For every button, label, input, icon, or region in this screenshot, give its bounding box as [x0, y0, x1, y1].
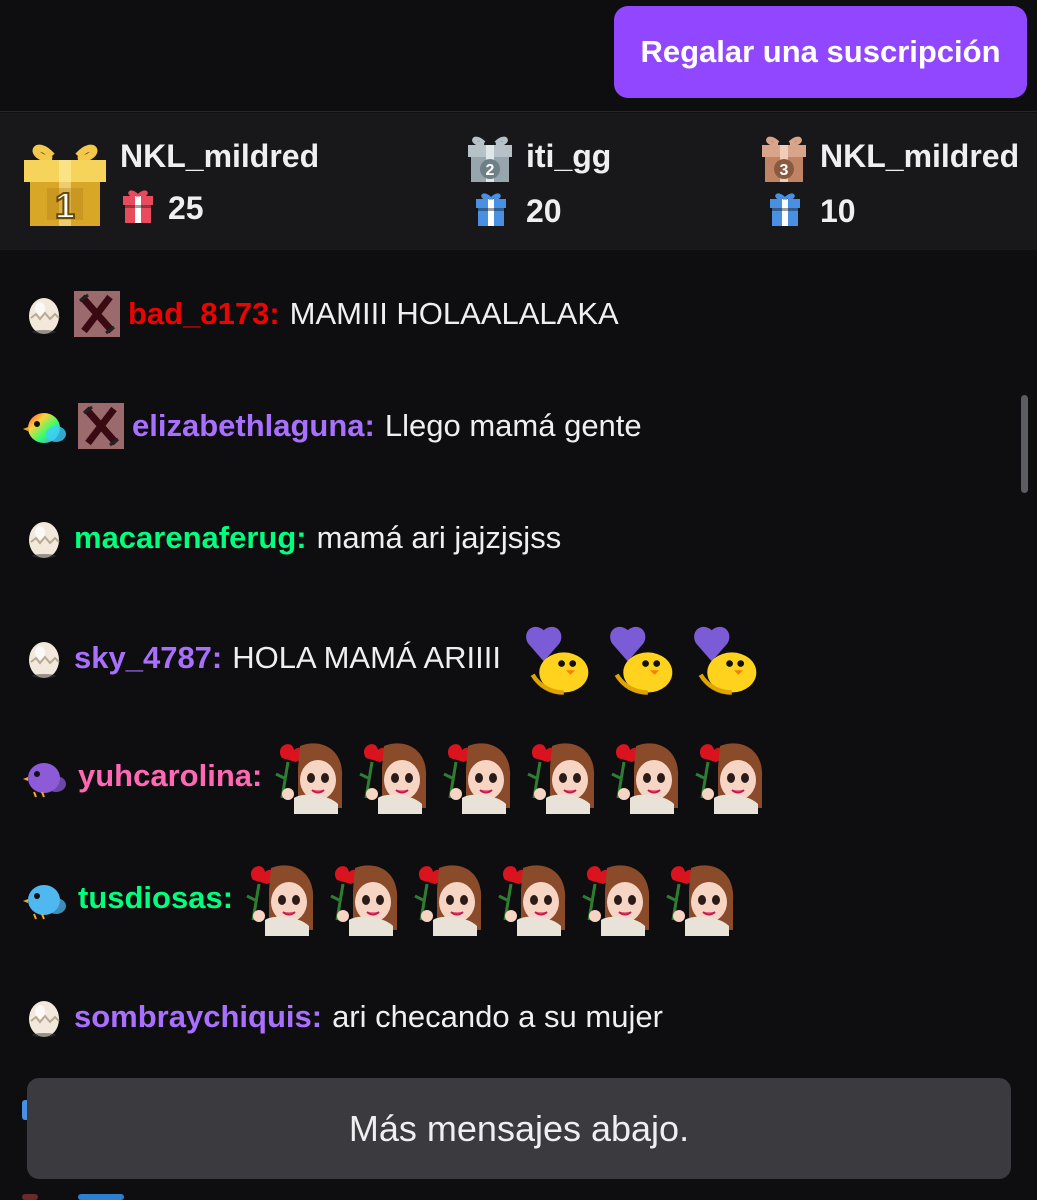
chat-username[interactable]: bad_8173:	[128, 296, 280, 332]
rose-girl-emote-icon[interactable]	[688, 738, 768, 814]
red-gift-icon	[123, 190, 153, 223]
blue-gift-icon	[770, 193, 800, 226]
rose-girl-emote-icon[interactable]	[407, 860, 487, 936]
rose-girl-emote-icon[interactable]	[352, 738, 432, 814]
leader-gift-count: 25	[168, 190, 204, 226]
subscriber-badge-icon	[78, 403, 124, 449]
chat-username[interactable]: macarenaferug:	[74, 520, 307, 556]
gold-gift-rank-1-icon: 1	[24, 144, 106, 226]
egg-badge-icon	[22, 636, 66, 680]
chat-message-text: Llego mamá gente	[384, 408, 642, 443]
gift-leaderboard: 1 NKL_mildred 25 2 iti_gg 20 3 NKL_mildr…	[0, 113, 1037, 250]
gift-subscription-button[interactable]: Regalar una suscripción	[614, 6, 1027, 98]
leader-gift-count: 20	[526, 193, 562, 229]
chat-username[interactable]: sombraychiquis:	[74, 999, 322, 1035]
egg-badge-icon	[22, 995, 66, 1039]
rose-girl-emote-icon[interactable]	[491, 860, 571, 936]
svg-text:3: 3	[780, 162, 789, 179]
rose-girl-emote-icon[interactable]	[239, 860, 319, 936]
top-bar: Regalar una suscripción	[0, 0, 1037, 112]
leaderboard-entry-2[interactable]: 2 iti_gg 20	[440, 113, 740, 250]
subscriber-badge-icon	[74, 291, 120, 337]
chat-message-text: MAMIII HOLAALALAKA	[289, 296, 619, 331]
silver-gift-rank-2-icon: 2	[468, 136, 512, 182]
chat-message[interactable]: bad_8173: MAMIII HOLAALALAKA	[22, 279, 619, 349]
svg-text:1: 1	[55, 185, 75, 226]
rose-girl-emote-icon[interactable]	[575, 860, 655, 936]
more-messages-below-button[interactable]: Más mensajes abajo.	[27, 1078, 1011, 1179]
chat-message[interactable]: tusdiosas:	[22, 858, 739, 938]
chat-message-text: mamá ari jajzjsjss	[316, 520, 562, 555]
chat-messages[interactable]: bad_8173: MAMIII HOLAALALAKA elizabethla…	[0, 250, 1037, 1200]
egg-badge-icon	[22, 292, 66, 336]
chat-message[interactable]: sombraychiquis: ari checando a su mujer	[22, 982, 663, 1052]
svg-text:2: 2	[486, 162, 495, 179]
heart-chick-emote-icon[interactable]	[601, 619, 679, 697]
rose-girl-emote-icon[interactable]	[659, 860, 739, 936]
blue-bird-badge-icon	[22, 876, 70, 920]
chat-message[interactable]: elizabethlaguna: Llego mamá gente	[22, 391, 642, 461]
chat-message-text: ari checando a su mujer	[332, 999, 663, 1034]
leader-gift-count: 10	[820, 193, 856, 229]
heart-chick-emote-icon[interactable]	[685, 619, 763, 697]
partial-badge-icon	[22, 1194, 38, 1200]
chat-username[interactable]: elizabethlaguna:	[132, 408, 375, 444]
chat-username[interactable]: yuhcarolina:	[78, 758, 262, 794]
blue-gift-icon	[476, 193, 506, 226]
heart-chick-emote-icon[interactable]	[517, 619, 595, 697]
chat-scrollbar[interactable]	[1021, 395, 1028, 493]
leader-name: NKL_mildred	[820, 138, 1020, 174]
partial-badge-icon	[78, 1194, 124, 1200]
rose-girl-emote-icon[interactable]	[436, 738, 516, 814]
chat-username[interactable]: tusdiosas:	[78, 880, 233, 916]
leader-name: iti_gg	[526, 138, 612, 174]
rose-girl-emote-icon[interactable]	[268, 738, 348, 814]
egg-badge-icon	[22, 516, 66, 560]
purple-bird-badge-icon	[22, 754, 70, 798]
rainbow-bird-badge-icon	[22, 404, 70, 448]
bronze-gift-rank-3-icon: 3	[762, 136, 806, 182]
leaderboard-entry-1[interactable]: 1 NKL_mildred 25	[0, 113, 440, 250]
leaderboard-entry-3[interactable]: 3 NKL_mildred 10	[740, 113, 1037, 250]
rose-girl-emote-icon[interactable]	[323, 860, 403, 936]
rose-girl-emote-icon[interactable]	[604, 738, 684, 814]
chat-message[interactable]: macarenaferug: mamá ari jajzjsjss	[22, 503, 561, 573]
chat-message[interactable]: sky_4787: HOLA MAMÁ ARIIII	[22, 613, 763, 703]
chat-message[interactable]: yuhcarolina:	[22, 736, 768, 816]
leader-name: NKL_mildred	[120, 138, 320, 174]
chat-message-text: HOLA MAMÁ ARIIII	[232, 640, 501, 675]
chat-username[interactable]: sky_4787:	[74, 640, 222, 676]
rose-girl-emote-icon[interactable]	[520, 738, 600, 814]
